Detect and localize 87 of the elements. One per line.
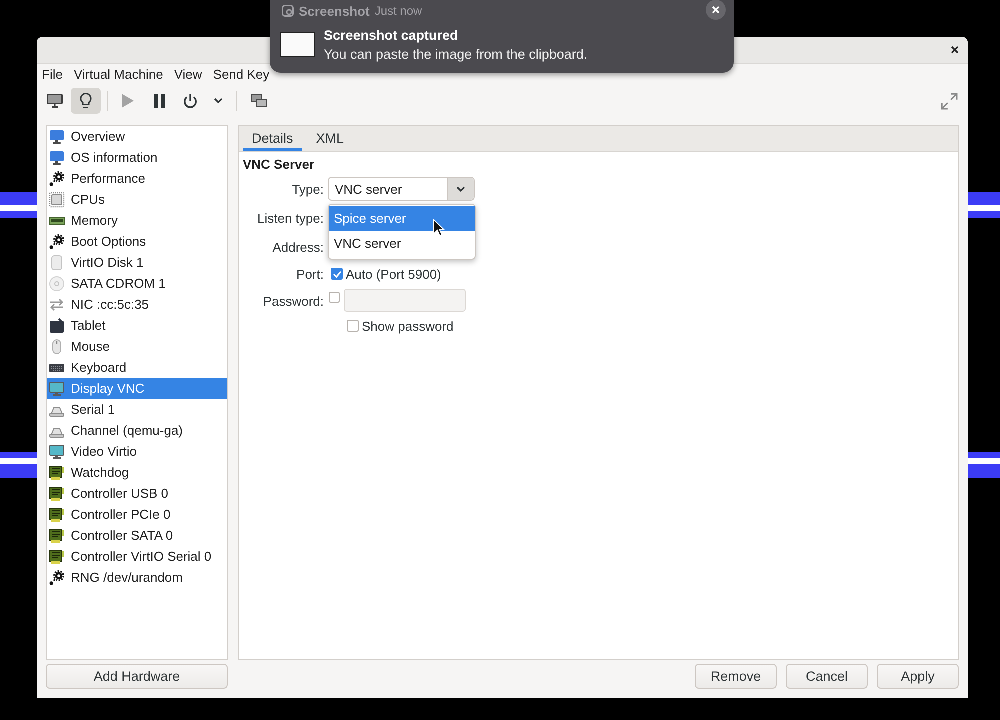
circuit-card-icon [49,506,65,522]
dialog-button[interactable]: Apply [877,664,959,689]
menu-option[interactable]: VNC server [329,231,475,256]
stripe-band [968,192,1000,218]
type-dropdown[interactable]: VNC server [328,177,475,201]
circuit-card-icon [49,548,65,564]
checkbox[interactable] [331,268,343,280]
disc-icon [49,276,65,292]
stripe-band [0,192,37,218]
gear-icon [49,570,65,586]
sidebar-item[interactable]: Channel (qemu-ga) [47,420,227,441]
chip-icon [49,192,65,208]
field-label: Port: [296,266,324,282]
gear-icon [49,234,65,250]
checkbox[interactable] [347,320,359,332]
field-label: Address: [272,240,324,254]
sidebar-item[interactable]: Video Virtio [47,441,227,462]
toolbar-button[interactable] [71,88,101,114]
chevron-down-icon [447,178,474,200]
tab[interactable]: Details [243,126,302,151]
checkbox-label: Auto (Port 5900) [346,266,442,282]
app-name: Screenshot [299,4,370,18]
sidebar-item[interactable]: Watchdog [47,462,227,483]
checkmark-icon [332,270,342,278]
sidebar-item[interactable]: Controller VirtIO Serial 0 [47,546,227,567]
checkbox[interactable] [329,292,340,303]
play-icon [122,94,134,108]
close-icon [951,46,959,54]
monitor-icon [47,94,63,108]
monitor-icon [49,380,65,396]
notification-message: You can paste the image from the clipboard. [324,46,588,64]
sidebar-item[interactable]: VirtIO Disk 1 [47,252,227,273]
field-label: Listen type: [256,210,324,226]
sidebar-item[interactable]: Keyboard [47,357,227,378]
stripe-band [0,452,37,478]
arrows-icon [49,296,65,312]
add-hardware-button[interactable]: Add Hardware [46,664,228,689]
sidebar-item[interactable]: Memory [47,210,227,231]
circuit-card-icon [49,528,65,544]
power-icon [182,94,198,108]
screens-icon [251,94,267,108]
monitor-icon [49,444,65,460]
dialog-button[interactable]: Remove [695,664,777,689]
gear-icon [49,170,65,186]
circuit-card-icon [49,486,65,502]
close-button[interactable] [706,0,726,20]
sidebar-item[interactable]: Controller PCIe 0 [47,504,227,525]
notification-title: Screenshot captured [324,27,460,45]
sidebar-item[interactable]: Boot Options [47,231,227,252]
field-label: Type: [291,182,324,196]
monitor-icon [49,128,65,144]
sidebar-item[interactable]: Performance [47,168,227,189]
bulb-icon [80,93,92,109]
caret-icon [214,98,222,104]
sidebar-item[interactable]: OS information [47,147,227,168]
tab[interactable]: XML [307,126,354,151]
fullscreen-icon [940,92,958,110]
menu-item[interactable]: File [37,65,68,85]
pause-icon [154,94,164,108]
frame-icon [282,5,294,17]
circuit-card-icon [49,464,65,480]
sidebar-item[interactable]: Overview [47,126,227,147]
sidebar-item[interactable]: Controller USB 0 [47,483,227,504]
sidebar-item[interactable]: RNG /dev/urandom [47,567,227,588]
sidebar-item[interactable]: Display VNC [47,378,227,399]
close-icon [712,6,720,14]
sidebar-item[interactable]: Controller SATA 0 [47,525,227,546]
sidebar-item[interactable]: Tablet [47,315,227,336]
tablet-icon [49,318,65,334]
monitor-icon [49,150,65,166]
checkbox-label: Show password [362,318,454,334]
field-label: Password: [262,294,324,308]
menu-item[interactable]: Virtual Machine [68,65,168,85]
menu-option[interactable]: Spice server [329,206,475,231]
sidebar-item[interactable]: Mouse [47,336,227,357]
mouse-pointer-icon [433,219,445,237]
sidebar-item[interactable]: SATA CDROM 1 [47,273,227,294]
thumbnail-image [280,32,315,57]
sidebar-item[interactable]: CPUs [47,189,227,210]
section-heading: VNC Server [243,158,316,172]
sidebar-item[interactable]: Serial 1 [47,399,227,420]
menu-item[interactable]: View [169,65,208,85]
timestamp: Just now [374,4,422,18]
menu-item[interactable]: Send Key [208,65,275,85]
sidebar-item[interactable]: NIC :cc:5c:35 [47,294,227,315]
stripe-band [968,452,1000,478]
dialog-button[interactable]: Cancel [786,664,868,689]
